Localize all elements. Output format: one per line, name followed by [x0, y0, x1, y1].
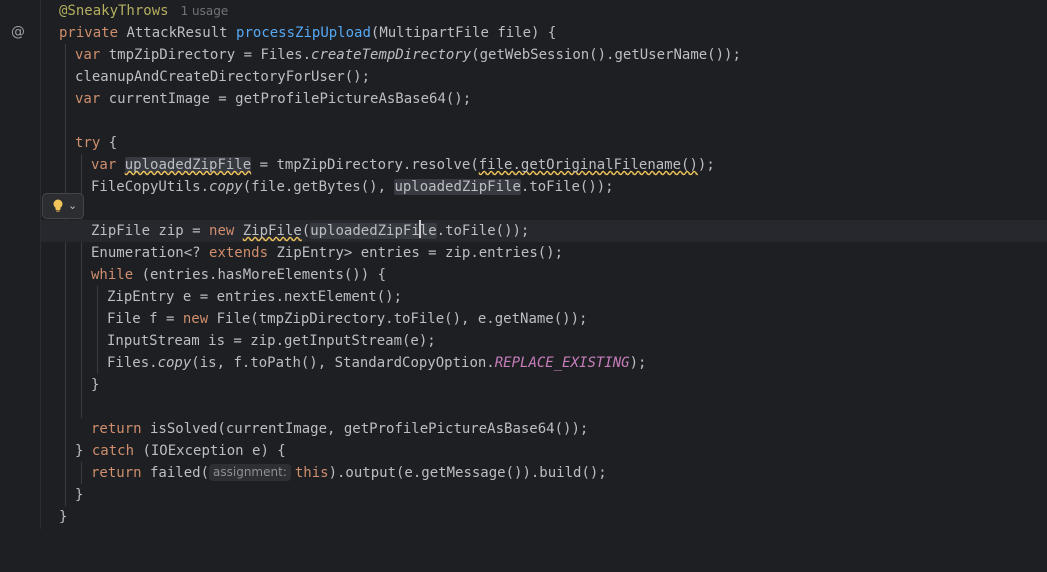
code-text: InputStream is = zip.getInputStream(e);: [107, 333, 436, 349]
annotation: @SneakyThrows: [59, 3, 169, 19]
static-field: REPLACE_EXISTING: [494, 355, 630, 371]
code-text: );: [629, 355, 647, 371]
code-line[interactable]: return failed(assignment: this).output(e.…: [41, 462, 1047, 484]
keyword: this: [294, 465, 329, 481]
code-text: (: [301, 223, 311, 239]
method-name: processZipUpload: [236, 25, 371, 41]
code-text: );: [697, 157, 715, 173]
code-editor[interactable]: @SneakyThrows 1 usage private AttackResul…: [41, 0, 1047, 529]
code-text: }: [91, 377, 100, 393]
code-line[interactable]: }: [41, 506, 1047, 528]
warning-class: ZipFile: [242, 223, 302, 239]
keyword: return: [91, 465, 142, 481]
code-line[interactable]: try {: [41, 132, 1047, 154]
keyword: new: [182, 311, 209, 327]
keyword: var: [75, 47, 101, 63]
code-text: ZipFile zip =: [91, 223, 210, 239]
code-text: (IOException e) {: [134, 443, 286, 459]
code-text: ZipEntry e = entries.nextElement();: [107, 289, 403, 305]
code-text: tmpZipDirectory = Files.: [100, 47, 312, 63]
code-line[interactable]: Enumeration<? extends ZipEntry> entries …: [41, 242, 1047, 264]
code-line[interactable]: var currentImage = getProfilePictureAsBa…: [41, 88, 1047, 110]
code-line[interactable]: ZipEntry e = entries.nextElement();: [41, 286, 1047, 308]
code-text: (file.getBytes(),: [242, 179, 395, 195]
lightbulb-icon: [53, 199, 63, 212]
code-line[interactable]: cleanupAndCreateDirectoryForUser();: [41, 66, 1047, 88]
code-line[interactable]: }: [41, 484, 1047, 506]
at-icon[interactable]: @: [9, 23, 27, 41]
code-line[interactable]: InputStream is = zip.getInputStream(e);: [41, 330, 1047, 352]
code-line[interactable]: FileCopyUtils.copy(file.getBytes(), uplo…: [41, 176, 1047, 198]
code-text: FileCopyUtils.: [91, 179, 210, 195]
code-text: }: [59, 509, 68, 525]
code-line[interactable]: @SneakyThrows 1 usage: [41, 0, 1047, 22]
static-method: copy: [209, 179, 243, 195]
code-line[interactable]: Files.copy(is, f.toPath(), StandardCopyO…: [41, 352, 1047, 374]
code-text: uploadedZipFi: [310, 223, 420, 239]
code-text: ).output(e.getMessage()).build();: [328, 465, 607, 481]
parameter-hint: assignment:: [209, 464, 291, 481]
code-text: (getWebSession().getUserName());: [471, 47, 741, 63]
code-text: ZipEntry> entries = zip.entries();: [268, 245, 564, 261]
code-text: }: [75, 443, 92, 459]
code-text: failed(: [141, 465, 210, 481]
code-text: (MultipartFile file) {: [370, 25, 557, 41]
keyword: return: [91, 421, 142, 437]
quick-fix-button[interactable]: ⌄: [42, 193, 84, 219]
usage-hint[interactable]: 1 usage: [181, 4, 229, 18]
code-text: File(tmpZipDirectory.toFile(), e.getName…: [208, 311, 588, 327]
code-text: File f =: [107, 311, 183, 327]
keyword: extends: [209, 245, 269, 261]
editor-gutter: @: [0, 0, 40, 529]
code-text: Enumeration<?: [91, 245, 210, 261]
code-text: cleanupAndCreateDirectoryForUser();: [75, 69, 371, 85]
code-text: le: [419, 223, 437, 239]
code-line[interactable]: }: [41, 374, 1047, 396]
code-line[interactable]: private AttackResult processZipUpload(Mu…: [41, 22, 1047, 44]
code-text: {: [100, 135, 118, 151]
code-text: = tmpZipDirectory.resolve(: [251, 157, 479, 173]
current-code-line[interactable]: ZipFile zip = new ZipFile(uploadedZipFil…: [41, 220, 1047, 242]
code-text: (is, f.toPath(), StandardCopyOption.: [191, 355, 495, 371]
variable-reference: uploadedZipFile: [394, 179, 521, 195]
variable-highlight: uploadedZipFile: [124, 157, 252, 173]
static-method: copy: [157, 355, 192, 371]
code-line[interactable]: return isSolved(currentImage, getProfile…: [41, 418, 1047, 440]
chevron-down-icon: ⌄: [68, 199, 78, 212]
code-text: .toFile());: [520, 179, 614, 195]
keyword: catch: [91, 443, 135, 459]
code-line[interactable]: var uploadedZipFile = tmpZipDirectory.re…: [41, 154, 1047, 176]
code-text: (entries.hasMoreElements()) {: [133, 267, 387, 283]
keyword: try: [75, 135, 101, 151]
code-text: .toFile());: [436, 223, 530, 239]
code-line[interactable]: var tmpZipDirectory = Files.createTempDi…: [41, 44, 1047, 66]
code-line[interactable]: } catch (IOException e) {: [41, 440, 1047, 462]
static-method: createTempDirectory: [311, 47, 472, 63]
keyword: new: [209, 223, 235, 239]
keyword: var: [91, 157, 117, 173]
code-line[interactable]: while (entries.hasMoreElements()) {: [41, 264, 1047, 286]
code-text: AttackResult: [118, 25, 237, 41]
code-text: isSolved(currentImage, getProfilePicture…: [141, 421, 589, 437]
keyword: private: [59, 25, 119, 41]
variable-reference: uploadedZipFile: [310, 220, 437, 239]
code-text: Files.: [107, 355, 158, 371]
keyword: var: [75, 91, 101, 107]
code-line[interactable]: File f = new File(tmpZipDirectory.toFile…: [41, 308, 1047, 330]
code-text: currentImage = getProfilePictureAsBase64…: [100, 91, 472, 107]
code-text: }: [75, 487, 84, 503]
keyword: while: [91, 267, 134, 283]
warning-argument: file.getOriginalFilename(): [478, 157, 698, 173]
